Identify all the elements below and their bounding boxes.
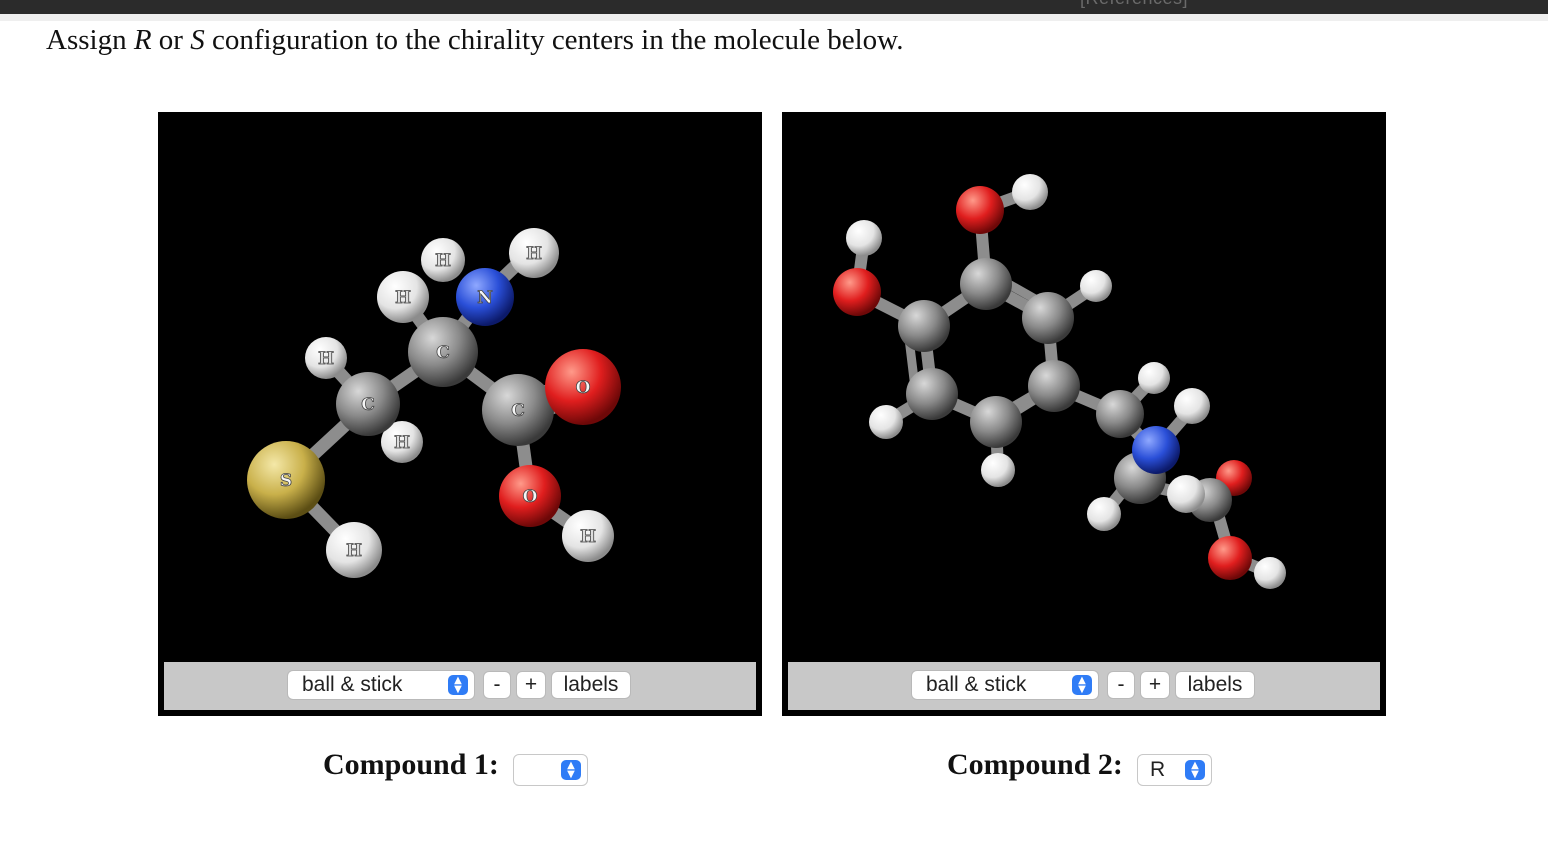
atom-label-s: S (280, 471, 292, 491)
hydrogen-atom (846, 220, 882, 256)
labels-button[interactable]: labels (551, 671, 631, 699)
updown-arrows-icon: ▲ ▼ (1185, 760, 1205, 780)
updown-arrows-icon: ▲ ▼ (561, 760, 581, 780)
carbon-atom (1022, 292, 1074, 344)
atom-label-n: N (477, 288, 493, 308)
display-mode-select[interactable]: ball & stick ▲ ▼ (911, 670, 1099, 700)
atom-label-h: H (318, 349, 334, 369)
hydrogen-atom (869, 405, 903, 439)
atom-label-h: H (526, 244, 542, 264)
atom-label-h: H (435, 251, 451, 271)
zoom-out-button[interactable]: - (1107, 671, 1135, 699)
hydrogen-atom (1138, 362, 1170, 394)
viewer-2-controls: ball & stick ▲ ▼ - + labels (788, 662, 1380, 710)
atom-label-c: C (436, 343, 450, 363)
molecule-1-atoms (247, 228, 621, 578)
updown-arrows-icon: ▲ ▼ (1072, 675, 1092, 695)
hydrogen-atom (1174, 388, 1210, 424)
nitrogen-atom (1132, 426, 1180, 474)
compound-2-label: Compound 2: (947, 748, 1123, 781)
display-mode-select[interactable]: ball & stick ▲ ▼ (287, 670, 475, 700)
atom-label-c: C (511, 401, 525, 421)
hydrogen-atom (1254, 557, 1286, 589)
hydrogen-atom (1080, 270, 1112, 302)
molecule-1-canvas[interactable]: S H H H C H H H N C C O O H (158, 112, 762, 662)
top-bar-strip (0, 14, 1548, 21)
compound-1-label: Compound 1: (323, 748, 499, 781)
labels-button[interactable]: labels (1175, 671, 1255, 699)
atom-label-h: H (346, 541, 362, 561)
molecule-2-canvas[interactable] (782, 112, 1386, 662)
question-text: Assign R or S configuration to the chira… (46, 24, 904, 56)
viewer-1-controls: ball & stick ▲ ▼ - + labels (164, 662, 756, 710)
carbon-atom (906, 368, 958, 420)
oxygen-atom (833, 268, 881, 316)
carbon-atom (970, 396, 1022, 448)
top-bar (0, 0, 1548, 14)
compound-2-select[interactable]: R ▲ ▼ (1137, 754, 1212, 786)
references-link[interactable]: [References] (1080, 0, 1188, 9)
updown-arrows-icon: ▲ ▼ (448, 675, 468, 695)
molecule-viewer-2[interactable]: ball & stick ▲ ▼ - + labels (782, 112, 1386, 716)
atom-label-h: H (580, 527, 596, 547)
zoom-in-button[interactable]: + (516, 671, 546, 699)
atom-label-h: H (395, 288, 411, 308)
hydrogen-atom (1012, 174, 1048, 210)
carbon-atom (960, 258, 1012, 310)
zoom-out-button[interactable]: - (483, 671, 511, 699)
hydrogen-atom (1167, 475, 1205, 513)
molecule-viewer-1[interactable]: S H H H C H H H N C C O O H ball & stick… (158, 112, 762, 716)
carbon-atom (1028, 360, 1080, 412)
atom-label-o: O (523, 487, 538, 507)
atom-label-o: O (576, 378, 591, 398)
zoom-in-button[interactable]: + (1140, 671, 1170, 699)
oxygen-atom (1208, 536, 1252, 580)
oxygen-atom (956, 186, 1004, 234)
hydrogen-atom (981, 453, 1015, 487)
hydrogen-atom (1087, 497, 1121, 531)
carbon-atom (898, 300, 950, 352)
carbon-atom (1096, 390, 1144, 438)
atom-label-c: C (361, 395, 375, 415)
compound-1-select[interactable]: ▲ ▼ (513, 754, 588, 786)
atom-label-h: H (394, 433, 410, 453)
